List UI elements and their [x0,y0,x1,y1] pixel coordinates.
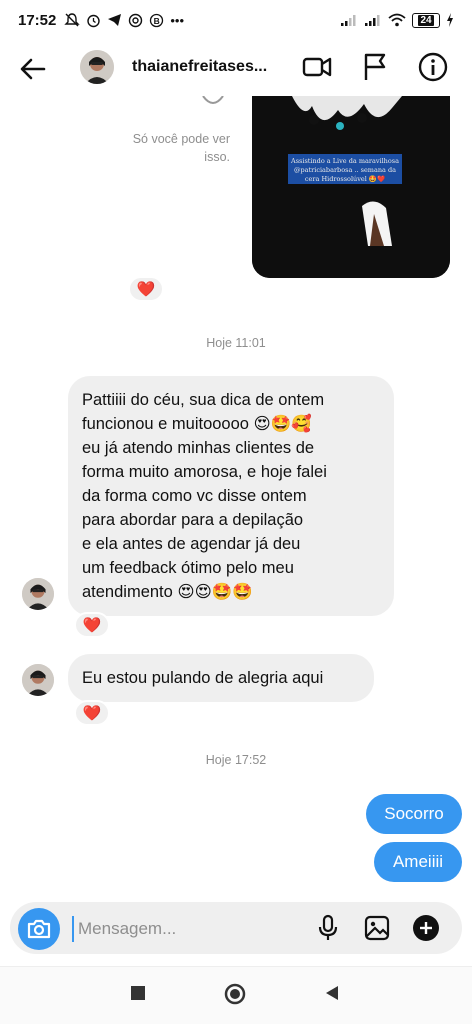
signal-icon [341,14,356,26]
message-line: eu já atendo minhas clientes de [82,439,315,457]
b-circle-icon: B [150,13,164,27]
message-input[interactable] [72,916,292,942]
system-nav-bar [0,966,472,1024]
message-line: da forma como vc disse ontem [82,487,307,505]
avatar[interactable] [22,578,54,610]
status-icons-right: 24 [340,12,454,28]
chat-username[interactable]: thaianefreitases... [132,58,272,76]
battery-level: 24 [418,14,434,26]
story-caption: Assistindo a Live da maravilhosa @patric… [288,154,402,184]
incoming-message[interactable]: Pattiiii do céu, sua dica de ontem funci… [68,376,394,616]
more-notifications-icon: ••• [170,12,185,28]
message-reaction[interactable]: ❤️ [74,700,110,726]
signal-2-icon [365,14,380,26]
flag-icon[interactable] [358,50,392,84]
message-reaction[interactable]: ❤️ [74,612,110,638]
message-line: e ela antes de agendar já deu [82,535,301,553]
back-arrow-icon[interactable] [16,52,50,86]
camera-icon [27,919,51,939]
telegram-icon [108,14,122,26]
status-icons-left: B ••• [64,13,184,28]
chat-thread: Só você pode ver isso. Assistindo a Live… [0,96,472,896]
status-time: 17:52 [18,11,57,29]
sender-photo [22,664,54,696]
message-line: forma muito amorosa, e hoje falei [82,463,327,481]
chat-header: thaianefreitases... [0,40,472,96]
timestamp: Hoje 17:52 [205,753,267,767]
alarm-icon [87,14,101,27]
message-line: atendimento 😍😍🤩🤩 [82,583,253,601]
plus-icon[interactable] [412,914,440,942]
video-call-icon[interactable] [300,50,334,84]
story-reaction[interactable]: ❤️ [128,276,164,302]
incoming-message[interactable]: Eu estou pulando de alegria aqui [68,654,374,702]
message-line: para abordar para a depilação [82,511,304,529]
gallery-icon[interactable] [363,914,391,942]
message-composer [10,902,462,954]
status-bar: 17:52 B ••• 24 [0,0,472,40]
camera-button[interactable] [18,908,60,950]
story-image [252,96,450,278]
outgoing-message[interactable]: Ameiiii [374,842,462,882]
message-line: funcionou e muitooooo 😍🤩🥰 [82,415,312,433]
story-reply-card[interactable]: Assistindo a Live da maravilhosa @patric… [252,96,450,278]
microphone-icon[interactable] [314,914,342,942]
avatar[interactable] [80,50,114,84]
timestamp: Hoje 11:01 [206,336,266,350]
avatar[interactable] [22,664,54,696]
wifi-icon [388,13,406,27]
info-icon[interactable] [416,50,450,84]
at-sign-icon [129,13,143,27]
triangle-back-icon[interactable] [324,985,340,1001]
square-nav-icon[interactable] [130,985,146,1001]
sender-photo [22,578,54,610]
mute-bell-icon [64,13,81,27]
only-you-note: Só você pode ver isso. [132,132,230,164]
message-line: Pattiiii do céu, sua dica de ontem [82,391,325,409]
svg-text:B: B [154,15,160,25]
circle-nav-icon[interactable] [224,983,246,1005]
outgoing-message[interactable]: Socorro [366,794,462,834]
profile-photo [80,50,114,84]
charging-icon [447,13,453,27]
message-line: um feedback ótimo pelo meu [82,559,294,577]
battery-indicator: 24 [412,12,440,28]
reply-arc-icon [202,96,224,104]
